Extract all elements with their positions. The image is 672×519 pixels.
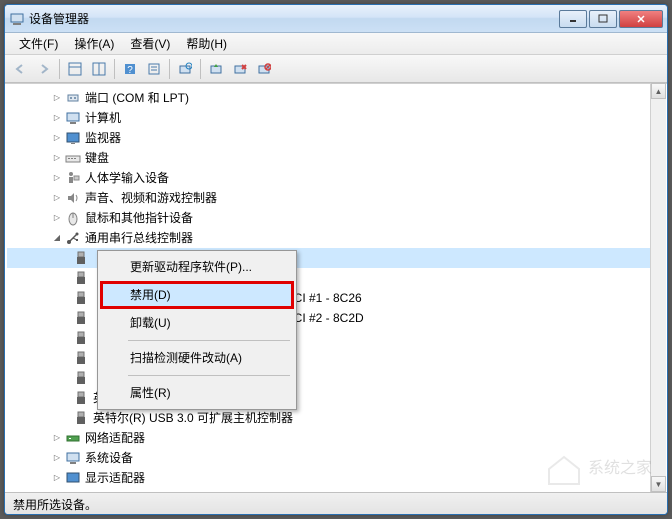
node-label: 网络适配器	[85, 428, 145, 448]
usb-device-icon	[73, 330, 89, 346]
svg-text:?: ?	[127, 65, 133, 76]
expand-icon[interactable]: ▷	[51, 472, 63, 484]
expand-icon[interactable]: ▷	[51, 132, 63, 144]
tree-node-computer[interactable]: ▷ 计算机	[7, 108, 665, 128]
disable-icon[interactable]	[253, 58, 275, 80]
window-controls	[559, 10, 663, 28]
node-label: 显示适配器	[85, 468, 145, 488]
node-label: 端口 (COM 和 LPT)	[85, 88, 189, 108]
window-title: 设备管理器	[29, 10, 559, 27]
ctx-update-driver[interactable]: 更新驱动程序软件(P)...	[100, 253, 294, 281]
menu-action[interactable]: 操作(A)	[66, 33, 122, 54]
menu-view[interactable]: 查看(V)	[122, 33, 178, 54]
expand-icon[interactable]: ▷	[51, 92, 63, 104]
node-label: 声音、视频和游戏控制器	[85, 188, 217, 208]
usb-device-icon	[73, 390, 89, 406]
sound-icon	[65, 190, 81, 206]
expand-icon[interactable]: ▷	[51, 172, 63, 184]
expand-icon[interactable]: ▷	[51, 212, 63, 224]
update-driver-icon[interactable]	[205, 58, 227, 80]
properties-icon[interactable]	[143, 58, 165, 80]
tree-node-usb[interactable]: ◢ 通用串行总线控制器	[7, 228, 665, 248]
tree-node-network[interactable]: ▷ 网络适配器	[7, 428, 665, 448]
device-tree[interactable]: ▷ 端口 (COM 和 LPT) ▷ 计算机 ▷ 监视器 ▷ 键盘 ▷ 人体学输入设备 ▷…	[5, 84, 667, 492]
node-label: 监视器	[85, 128, 121, 148]
ctx-disable[interactable]: 禁用(D)	[100, 281, 294, 309]
tree-node-hid[interactable]: ▷ 人体学输入设备	[7, 168, 665, 188]
tree-content: ▷ 端口 (COM 和 LPT) ▷ 计算机 ▷ 监视器 ▷ 键盘 ▷ 人体学输入设备 ▷…	[5, 83, 667, 492]
usb-device-icon	[73, 290, 89, 306]
expand-icon[interactable]: ▷	[51, 192, 63, 204]
system-icon	[65, 450, 81, 466]
menu-bar: 文件(F) 操作(A) 查看(V) 帮助(H)	[5, 33, 667, 55]
node-label: 键盘	[85, 148, 109, 168]
uninstall-icon[interactable]	[229, 58, 251, 80]
close-button[interactable]	[619, 10, 663, 28]
usb-device-icon	[73, 370, 89, 386]
node-label: 系统设备	[85, 448, 133, 468]
keyboard-icon	[65, 150, 81, 166]
ctx-properties[interactable]: 属性(R)	[100, 379, 294, 407]
ctx-scan-hardware[interactable]: 扫描检测硬件改动(A)	[100, 344, 294, 372]
expand-icon[interactable]: ▷	[51, 112, 63, 124]
network-icon	[65, 430, 81, 446]
minimize-button[interactable]	[559, 10, 587, 28]
node-label: 人体学输入设备	[85, 168, 169, 188]
scroll-up-button[interactable]: ▲	[651, 83, 666, 99]
vertical-scrollbar[interactable]: ▲ ▼	[650, 83, 666, 492]
expand-icon[interactable]: ▷	[51, 452, 63, 464]
tree-node-monitor[interactable]: ▷ 监视器	[7, 128, 665, 148]
node-label: 计算机	[85, 108, 121, 128]
usb-device-icon	[73, 310, 89, 326]
tree-node-ports[interactable]: ▷ 端口 (COM 和 LPT)	[7, 88, 665, 108]
menu-file[interactable]: 文件(F)	[11, 33, 66, 54]
separator	[128, 375, 290, 376]
back-button	[9, 58, 31, 80]
tree-node-display[interactable]: ▷ 显示适配器	[7, 468, 665, 488]
title-bar[interactable]: 设备管理器	[5, 5, 667, 33]
separator	[128, 340, 290, 341]
help-icon[interactable]: ?	[119, 58, 141, 80]
status-bar: 禁用所选设备。	[5, 492, 667, 514]
usb-device-icon	[73, 410, 89, 426]
usb-device-icon	[73, 270, 89, 286]
toolbar: ?	[5, 55, 667, 83]
port-icon	[65, 90, 81, 106]
expand-icon[interactable]: ▷	[51, 152, 63, 164]
forward-button	[33, 58, 55, 80]
display-icon	[65, 470, 81, 486]
tree-node-keyboard[interactable]: ▷ 键盘	[7, 148, 665, 168]
expand-icon[interactable]: ▷	[51, 432, 63, 444]
scan-hardware-icon[interactable]	[174, 58, 196, 80]
maximize-button[interactable]	[589, 10, 617, 28]
mouse-icon	[65, 210, 81, 226]
status-text: 禁用所选设备。	[13, 498, 97, 512]
menu-help[interactable]: 帮助(H)	[178, 33, 235, 54]
tree-node-system[interactable]: ▷ 系统设备	[7, 448, 665, 468]
ctx-uninstall[interactable]: 卸载(U)	[100, 309, 294, 337]
context-menu: 更新驱动程序软件(P)... 禁用(D) 卸载(U) 扫描检测硬件改动(A) 属…	[97, 250, 297, 410]
scroll-down-button[interactable]: ▼	[651, 476, 666, 492]
computer-icon	[65, 110, 81, 126]
usb-device-icon	[73, 250, 89, 266]
app-icon	[9, 11, 25, 27]
toolbar-list-icon[interactable]	[88, 58, 110, 80]
toolbar-detail-icon[interactable]	[64, 58, 86, 80]
monitor-icon	[65, 130, 81, 146]
node-label: 英特尔(R) USB 3.0 可扩展主机控制器	[93, 408, 293, 428]
usb-device-icon	[73, 350, 89, 366]
device-manager-window: 设备管理器 文件(F) 操作(A) 查看(V) 帮助(H) ? ▷ 端口 (COM…	[4, 4, 668, 515]
usb-icon	[65, 230, 81, 246]
tree-node-sound[interactable]: ▷ 声音、视频和游戏控制器	[7, 188, 665, 208]
collapse-icon[interactable]: ◢	[51, 232, 63, 244]
tree-node-mouse[interactable]: ▷ 鼠标和其他指针设备	[7, 208, 665, 228]
tree-node-usb-item[interactable]: 英特尔(R) USB 3.0 可扩展主机控制器	[7, 408, 665, 428]
node-label: 通用串行总线控制器	[85, 228, 193, 248]
node-label: 鼠标和其他指针设备	[85, 208, 193, 228]
hid-icon	[65, 170, 81, 186]
